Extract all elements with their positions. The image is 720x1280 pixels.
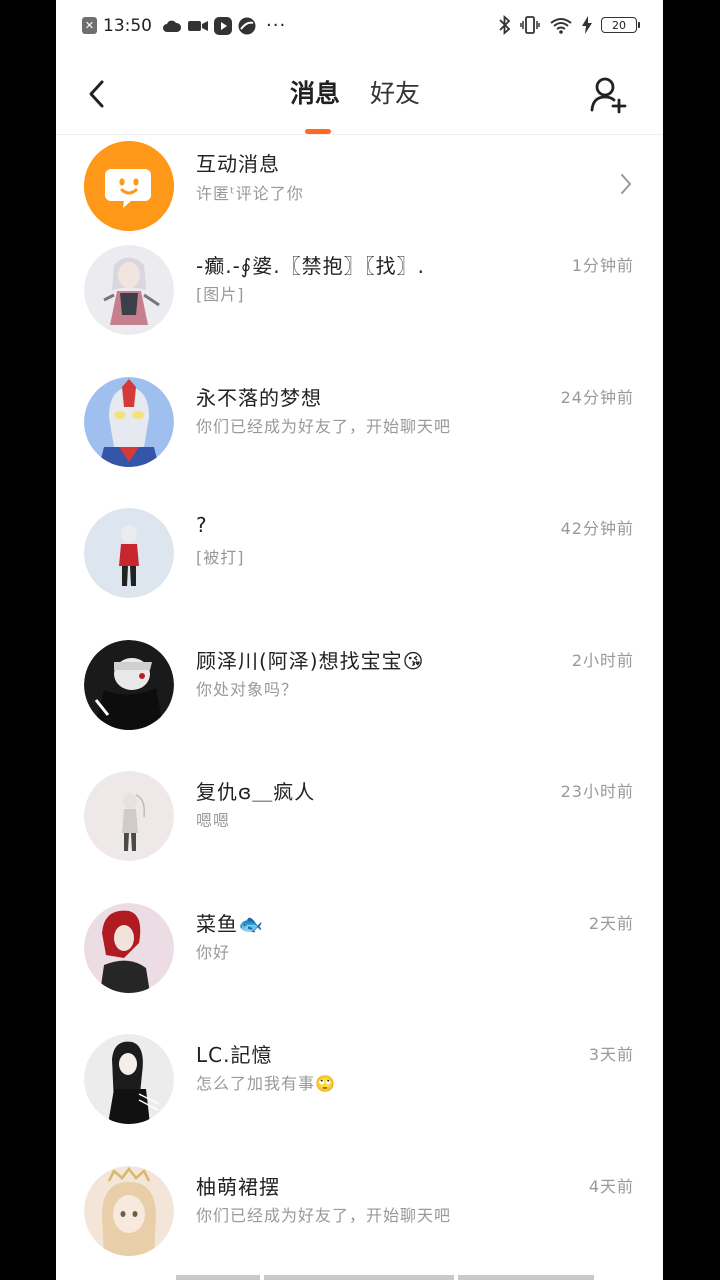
close-notification-icon: ✕ xyxy=(82,17,97,34)
cloud-icon xyxy=(163,20,182,32)
charging-icon xyxy=(582,16,592,34)
browser-icon xyxy=(238,17,256,34)
message-time: 4天前 xyxy=(588,1176,634,1196)
last-message: 你处对象吗？ xyxy=(196,679,299,699)
battery-icon: 20 xyxy=(601,17,640,33)
tab-messages[interactable]: 消息 xyxy=(290,76,340,112)
message-time: 24分钟前 xyxy=(560,387,634,407)
contact-name: ? xyxy=(196,513,208,537)
more-notifications-icon: ··· xyxy=(266,15,287,36)
top-nav: 消息 好友 xyxy=(56,54,663,135)
avatar xyxy=(84,376,174,467)
conversation-item[interactable]: 柚萌裙摆 你们已经成为好友了，开始聊天吧 4天前 xyxy=(56,1159,663,1280)
contact-name: 永不落的梦想 xyxy=(196,385,322,410)
last-message: [被打] xyxy=(196,548,245,567)
avatar xyxy=(84,639,174,730)
conversation-item[interactable]: 顾泽川(阿泽)想找宝宝😘 你处对象吗？ 2小时前 xyxy=(56,633,663,765)
message-time: 42分钟前 xyxy=(560,519,634,538)
avatar xyxy=(84,902,174,993)
conversation-item[interactable]: 菜鱼🐟 你好 2天前 xyxy=(56,896,663,1028)
contact-name: 柚萌裙摆 xyxy=(196,1174,280,1199)
avatar xyxy=(84,1165,174,1256)
message-time: 2小时前 xyxy=(571,650,634,670)
last-message: 嗯嗯 xyxy=(196,811,231,830)
status-right: 20 xyxy=(499,15,640,35)
conversation-item[interactable]: 永不落的梦想 你们已经成为好友了，开始聊天吧 24分钟前 xyxy=(56,370,663,502)
add-friend-button[interactable] xyxy=(589,74,629,114)
contact-name: 复仇ɞ＿疯人 xyxy=(196,780,316,804)
status-time: 13:50 xyxy=(103,15,152,36)
status-bar: ✕ 13:50 ··· 20 xyxy=(56,0,663,54)
tab-bar: 消息 好友 xyxy=(290,76,420,112)
contact-name: 顾泽川(阿泽)想找宝宝😘 xyxy=(196,648,425,673)
tab-friends[interactable]: 好友 xyxy=(370,76,420,112)
last-message: 你们已经成为好友了，开始聊天吧 xyxy=(196,416,452,436)
message-time: 23小时前 xyxy=(560,782,634,801)
last-message: 你们已经成为好友了，开始聊天吧 xyxy=(196,1205,452,1225)
last-message: 怎么了加我有事🙄 xyxy=(196,1074,336,1093)
last-message: 你好 xyxy=(196,942,231,962)
interaction-messages-row[interactable]: 互动消息 许匿ᵗ评论了你 xyxy=(56,134,663,238)
last-message: [图片] xyxy=(196,285,245,304)
status-left: ✕ 13:50 ··· xyxy=(82,15,286,36)
play-icon xyxy=(214,16,232,35)
contact-name: -癫.-∮婆.〖禁抱〗〖找〗. xyxy=(196,254,425,278)
battery-level: 20 xyxy=(612,18,626,32)
contact-name: LC.記憶 xyxy=(196,1043,273,1067)
wifi-icon xyxy=(550,18,572,34)
avatar xyxy=(84,245,174,335)
message-time: 3天前 xyxy=(588,1045,634,1064)
interaction-messages-icon xyxy=(84,141,174,231)
vibrate-icon xyxy=(520,16,540,34)
message-time: 1分钟前 xyxy=(571,256,634,275)
video-icon xyxy=(188,20,208,31)
conversation-item[interactable]: 复仇ɞ＿疯人 嗯嗯 23小时前 xyxy=(56,764,663,896)
chevron-right-icon xyxy=(621,174,632,194)
interaction-preview: 许匿ᵗ评论了你 xyxy=(196,184,304,203)
bluetooth-icon xyxy=(499,15,511,35)
avatar xyxy=(84,508,174,598)
bottom-divider xyxy=(176,1275,594,1280)
conversation-item[interactable]: LC.記憶 怎么了加我有事🙄 3天前 xyxy=(56,1027,663,1159)
contact-name: 菜鱼🐟 xyxy=(196,911,264,936)
conversation-item[interactable]: ? [被打] 42分钟前 xyxy=(56,501,663,633)
message-time: 2天前 xyxy=(588,913,634,933)
back-button[interactable] xyxy=(82,76,110,112)
conversation-item[interactable]: -癫.-∮婆.〖禁抱〗〖找〗. [图片] 1分钟前 xyxy=(56,238,663,370)
avatar xyxy=(84,1034,174,1124)
add-user-icon xyxy=(590,77,627,114)
interaction-title: 互动消息 xyxy=(196,152,280,176)
app-screen: ✕ 13:50 ··· 20 消息 好友 互动消息 许匿ᵗ评论了你 -癫.-∮婆… xyxy=(56,0,663,1280)
message-list: 互动消息 许匿ᵗ评论了你 -癫.-∮婆.〖禁抱〗〖找〗. [图片] 1分钟前 永… xyxy=(56,134,663,1280)
chevron-left-icon xyxy=(89,80,104,108)
avatar xyxy=(84,771,174,861)
